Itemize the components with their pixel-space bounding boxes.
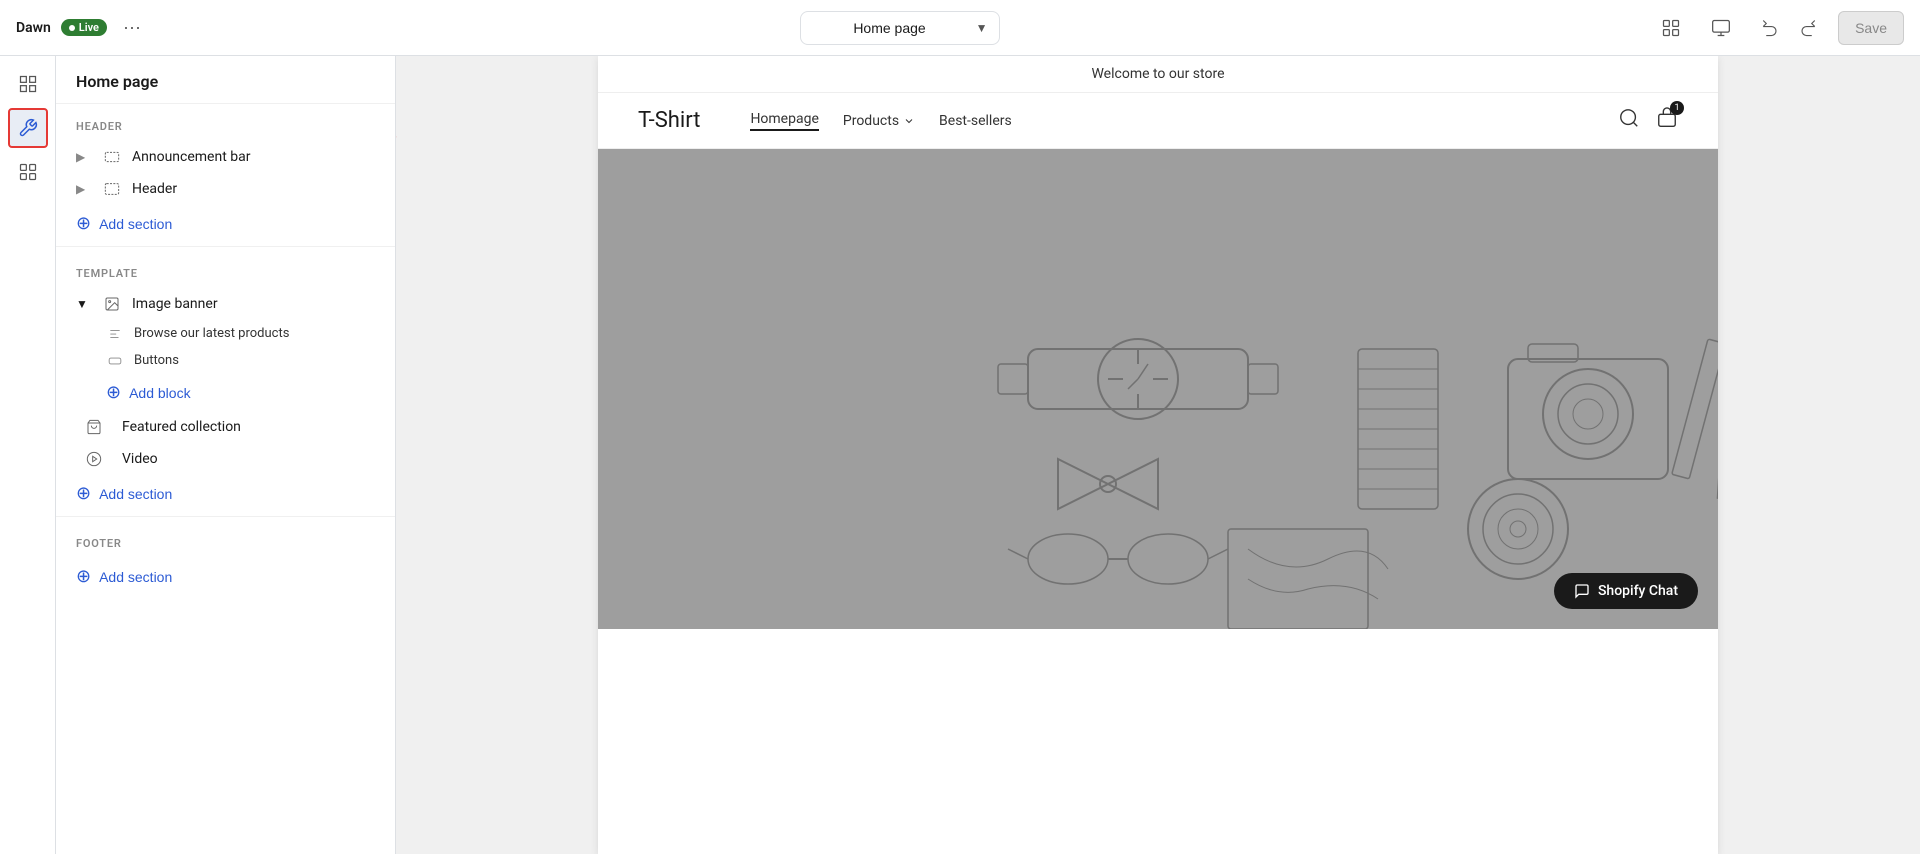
dashboard-icon-button[interactable] <box>8 64 48 104</box>
header-add-section-button[interactable]: ⊕ Add section <box>56 205 395 242</box>
sidebar-icons <box>0 56 56 854</box>
top-bar-right: Save <box>1652 11 1904 45</box>
store-preview: Welcome to our store T-Shirt Homepage Pr… <box>598 56 1718 854</box>
chat-icon <box>1574 583 1590 599</box>
apps-icon-button[interactable] <box>8 152 48 192</box>
chat-widget-label: Shopify Chat <box>1598 583 1678 599</box>
add-block-button[interactable]: ⊕ Add block <box>56 374 395 411</box>
announcement-text: Welcome to our store <box>1091 66 1224 82</box>
live-badge: Live <box>61 19 107 36</box>
header-label: Header <box>132 181 177 197</box>
page-select-wrap: Home page ▼ <box>800 11 1000 45</box>
store-nav-links: Homepage Products Best-sellers <box>750 111 1011 131</box>
section-item-header[interactable]: ▶ Header <box>56 173 395 205</box>
plus-icon-template: ⊕ <box>76 483 91 504</box>
cart-badge: 1 <box>1670 101 1684 115</box>
top-bar-center: Home page ▼ <box>159 11 1640 45</box>
image-banner-label: Image banner <box>132 296 218 312</box>
top-bar: Dawn Live ··· Home page ▼ <box>0 0 1920 56</box>
store-hero: Shopify Chat <box>598 149 1718 629</box>
search-icon[interactable] <box>1618 107 1640 134</box>
store-announcement-bar: Welcome to our store <box>598 56 1718 93</box>
undo-redo-group <box>1752 12 1826 44</box>
products-chevron-down-icon <box>903 115 915 127</box>
template-add-section-button[interactable]: ⊕ Add section <box>56 475 395 512</box>
section-item-image-banner[interactable]: ▼ Image banner <box>56 288 395 320</box>
store-logo: T-Shirt <box>638 108 700 133</box>
header-icon <box>102 181 122 197</box>
section-item-video[interactable]: Video <box>56 443 395 475</box>
live-dot <box>69 25 75 31</box>
sections-icon-button[interactable] <box>8 108 48 148</box>
featured-collection-icon <box>76 419 112 435</box>
grid-icon <box>1661 18 1681 38</box>
video-icon <box>76 451 112 467</box>
store-name: Dawn <box>16 20 51 36</box>
browse-latest-label: Browse our latest products <box>134 326 289 341</box>
plus-icon-header: ⊕ <box>76 213 91 234</box>
header-group-label: HEADER <box>56 104 395 141</box>
nav-link-bestsellers[interactable]: Best-sellers <box>939 113 1012 129</box>
video-label: Video <box>122 451 158 467</box>
sub-item-buttons[interactable]: Buttons <box>56 347 395 374</box>
chat-widget[interactable]: Shopify Chat <box>1554 573 1698 609</box>
plus-icon-block: ⊕ <box>106 382 121 403</box>
section-item-featured-collection[interactable]: Featured collection <box>56 411 395 443</box>
left-panel-title: Home page <box>76 72 158 91</box>
chevron-down-icon-image-banner: ▼ <box>76 297 92 311</box>
divider-2 <box>56 516 395 517</box>
header-add-section-label: Add section <box>99 216 172 232</box>
more-button[interactable]: ··· <box>117 13 147 42</box>
template-group-label: TEMPLATE <box>56 251 395 288</box>
nav-link-products[interactable]: Products <box>843 113 915 129</box>
announcement-bar-label: Announcement bar <box>132 149 251 165</box>
featured-collection-label: Featured collection <box>122 419 241 435</box>
preview-wrapper: Welcome to our store T-Shirt Homepage Pr… <box>396 56 1920 854</box>
text-icon <box>106 327 124 341</box>
wrench-icon <box>18 118 38 138</box>
template-add-section-label: Add section <box>99 486 172 502</box>
main-area: Home page HEADER ▶ Announcement bar ▶ <box>0 56 1920 854</box>
store-nav: T-Shirt Homepage Products Best-sellers <box>598 93 1718 149</box>
section-item-announcement-bar[interactable]: ▶ Announcement bar <box>56 141 395 173</box>
redo-icon <box>1799 19 1817 37</box>
image-banner-icon <box>102 296 122 312</box>
save-button[interactable]: Save <box>1838 11 1904 45</box>
undo-icon <box>1761 19 1779 37</box>
desktop-view-button[interactable] <box>1702 11 1740 45</box>
left-panel: Home page HEADER ▶ Announcement bar ▶ <box>56 56 396 854</box>
footer-add-section-label: Add section <box>99 569 172 585</box>
add-block-label: Add block <box>129 385 190 401</box>
announcement-bar-icon <box>102 149 122 165</box>
desktop-icon <box>1711 18 1731 38</box>
cart-icon[interactable]: 1 <box>1656 107 1678 134</box>
top-bar-left: Dawn Live ··· <box>16 13 147 42</box>
left-panel-body: HEADER ▶ Announcement bar ▶ <box>56 104 395 854</box>
page-select[interactable]: Home page <box>800 11 1000 45</box>
plus-icon-footer: ⊕ <box>76 566 91 587</box>
buttons-label: Buttons <box>134 353 179 368</box>
hero-illustration <box>598 149 1718 629</box>
redo-button[interactable] <box>1790 12 1826 44</box>
chevron-right-icon: ▶ <box>76 150 92 164</box>
nav-link-homepage[interactable]: Homepage <box>750 111 818 131</box>
squares-icon <box>18 74 38 94</box>
divider-1 <box>56 246 395 247</box>
left-panel-header: Home page <box>56 56 395 104</box>
button-icon <box>106 354 124 368</box>
footer-add-section-button[interactable]: ⊕ Add section <box>56 558 395 595</box>
grid-icon-button[interactable] <box>1652 11 1690 45</box>
store-nav-right: 1 <box>1618 107 1678 134</box>
undo-button[interactable] <box>1752 12 1788 44</box>
chevron-right-icon-header: ▶ <box>76 182 92 196</box>
footer-group-label: FOOTER <box>56 521 395 558</box>
sub-item-browse-latest[interactable]: Browse our latest products <box>56 320 395 347</box>
live-label: Live <box>79 21 99 34</box>
grid2-icon <box>18 162 38 182</box>
preview-area: Welcome to our store T-Shirt Homepage Pr… <box>396 56 1920 854</box>
